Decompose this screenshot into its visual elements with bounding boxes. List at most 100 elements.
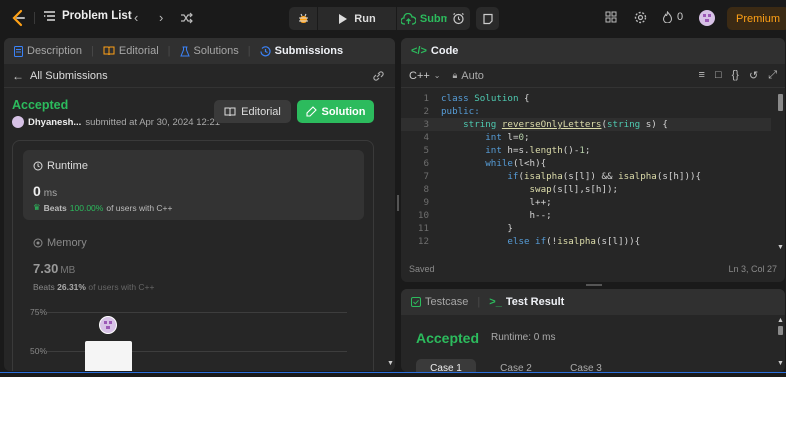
tab-test-result[interactable]: >_ Test Result bbox=[489, 296, 564, 308]
token: public: bbox=[441, 106, 480, 117]
token: (s[h])){ bbox=[656, 171, 702, 182]
token: (s[l],s[h]); bbox=[551, 184, 619, 195]
result-runtime: Runtime: 0 ms bbox=[491, 332, 556, 343]
case-tab-3[interactable]: Case 3 bbox=[557, 359, 615, 373]
solution-button[interactable]: Solution bbox=[297, 100, 374, 123]
token: ; bbox=[584, 145, 591, 156]
left-scrollbar[interactable]: ▼ bbox=[387, 90, 394, 368]
tab-label: Solutions bbox=[193, 45, 239, 57]
avatar-pattern-icon bbox=[104, 321, 112, 329]
streak-counter[interactable]: 0 bbox=[662, 11, 683, 23]
memory-title[interactable]: Memory bbox=[33, 237, 87, 249]
grid-line bbox=[47, 312, 347, 313]
reset-icon[interactable]: ↺ bbox=[749, 69, 758, 82]
result-scrollbar[interactable]: ▲ ▼ bbox=[777, 317, 784, 370]
runtime-box[interactable]: Runtime 0 ms ♛ Beats 100.00% of users wit… bbox=[23, 150, 364, 220]
line-number: 12 bbox=[417, 236, 429, 247]
premium-button[interactable]: Premium bbox=[727, 7, 786, 30]
format-icon[interactable]: ≡ bbox=[699, 69, 705, 82]
token: ()- bbox=[562, 145, 580, 156]
your-position-avatar bbox=[99, 316, 117, 334]
runtime-unit: ms bbox=[43, 188, 58, 199]
code-brackets-icon: </> bbox=[411, 45, 427, 57]
scroll-up-icon[interactable]: ▲ bbox=[777, 317, 784, 324]
editorial-label: Editorial bbox=[241, 105, 281, 118]
scroll-down-icon[interactable]: ▼ bbox=[387, 360, 394, 367]
line-number: 3 bbox=[423, 119, 429, 130]
tab-code[interactable]: </> Code bbox=[411, 45, 458, 57]
all-submissions-link[interactable]: All Submissions bbox=[30, 70, 108, 82]
tab-editorial[interactable]: Editorial bbox=[103, 45, 159, 57]
case-tab-2[interactable]: Case 2 bbox=[487, 359, 545, 373]
code-panel: </> Code C++ ⌄ 🔒︎ Auto ≡ □ {} ↺ ⤢ 1 class… bbox=[401, 38, 785, 282]
scroll-down-icon[interactable]: ▼ bbox=[777, 244, 784, 251]
line-number: 4 bbox=[423, 132, 429, 143]
language-select[interactable]: C++ ⌄ bbox=[409, 70, 441, 82]
debugger-button[interactable] bbox=[289, 7, 317, 30]
code-line: 4 int l=0; bbox=[401, 131, 771, 144]
result-scroll-thumb[interactable] bbox=[778, 326, 783, 335]
token: isalpha bbox=[524, 171, 563, 182]
tab-description[interactable]: Description bbox=[14, 45, 82, 57]
problem-list-button[interactable]: Problem List bbox=[43, 10, 132, 22]
description-icon bbox=[14, 45, 23, 57]
distribution-bar[interactable] bbox=[85, 341, 132, 371]
horizontal-splitter[interactable] bbox=[586, 284, 602, 286]
memory-beats: Beats 26.31% of users with C++ bbox=[33, 282, 154, 292]
bookmark-icon[interactable]: □ bbox=[715, 69, 722, 82]
avatar-pattern-icon bbox=[703, 14, 711, 22]
cloud-upload-icon bbox=[400, 12, 416, 25]
next-problem-icon[interactable]: › bbox=[159, 10, 163, 25]
tab-divider: | bbox=[167, 45, 171, 57]
settings-gear-icon[interactable] bbox=[634, 11, 647, 24]
code-line: 2 public: bbox=[401, 105, 771, 118]
tab-solutions[interactable]: Solutions bbox=[179, 45, 239, 57]
code-scroll-thumb[interactable] bbox=[778, 94, 783, 111]
code-editor[interactable]: 1 class Solution { 2 public: 3 string reve… bbox=[401, 90, 785, 252]
token: int bbox=[485, 132, 502, 143]
play-icon bbox=[339, 13, 348, 24]
token: class bbox=[441, 93, 469, 104]
timer-button[interactable] bbox=[447, 7, 470, 30]
memory-title-text: Memory bbox=[47, 237, 87, 249]
user-avatar[interactable] bbox=[699, 10, 715, 26]
token: length bbox=[529, 145, 563, 156]
tab-label: Submissions bbox=[274, 45, 344, 57]
editorial-button[interactable]: Editorial bbox=[214, 100, 291, 123]
prev-problem-icon[interactable]: ‹ bbox=[134, 10, 138, 25]
case-label: Case 2 bbox=[500, 362, 532, 373]
performance-card: Runtime 0 ms ♛ Beats 100.00% of users wit… bbox=[12, 140, 374, 371]
left-tab-bar: Description | Editorial | Solutions | Su… bbox=[4, 38, 395, 64]
token: (! bbox=[546, 236, 558, 247]
code-scrollbar[interactable]: ▼ bbox=[777, 88, 784, 254]
case-tab-1[interactable]: Case 1 bbox=[416, 359, 476, 372]
code-toolbar: C++ ⌄ 🔒︎ Auto ≡ □ {} ↺ ⤢ bbox=[401, 64, 785, 88]
beats-label: Beats bbox=[43, 202, 67, 213]
token: l++; bbox=[529, 197, 552, 208]
mode-select[interactable]: 🔒︎ Auto bbox=[453, 70, 484, 82]
top-nav: Problem List ‹ › Run Submit 0 Premium bbox=[0, 0, 786, 36]
braces-icon[interactable]: {} bbox=[732, 69, 739, 82]
beats-suffix: of users with C++ bbox=[106, 202, 173, 213]
result-status: Accepted bbox=[416, 330, 480, 346]
memory-chip-icon bbox=[33, 238, 43, 248]
layout-grid-icon[interactable] bbox=[605, 11, 617, 23]
tab-submissions[interactable]: Submissions bbox=[260, 45, 343, 57]
scroll-down-icon[interactable]: ▼ bbox=[777, 360, 784, 367]
run-label: Run bbox=[354, 12, 376, 25]
run-button[interactable]: Run bbox=[318, 7, 396, 30]
expand-icon[interactable]: ⤢ bbox=[768, 69, 777, 82]
leetcode-logo-icon[interactable] bbox=[10, 9, 28, 27]
token: int bbox=[485, 145, 502, 156]
submitter-name[interactable]: Dhyanesh... bbox=[28, 117, 81, 128]
vertical-splitter[interactable] bbox=[397, 195, 399, 211]
tab-testcase[interactable]: Testcase bbox=[411, 296, 468, 308]
line-number: 11 bbox=[417, 223, 429, 234]
runtime-number: 0 bbox=[33, 183, 41, 199]
shuffle-icon[interactable] bbox=[180, 12, 193, 24]
notes-button[interactable] bbox=[476, 7, 499, 30]
back-arrow-icon[interactable]: ← bbox=[12, 69, 24, 83]
code-line: 9 l++; bbox=[401, 196, 771, 209]
tab-divider: | bbox=[91, 45, 94, 57]
share-link-icon[interactable] bbox=[372, 70, 385, 82]
